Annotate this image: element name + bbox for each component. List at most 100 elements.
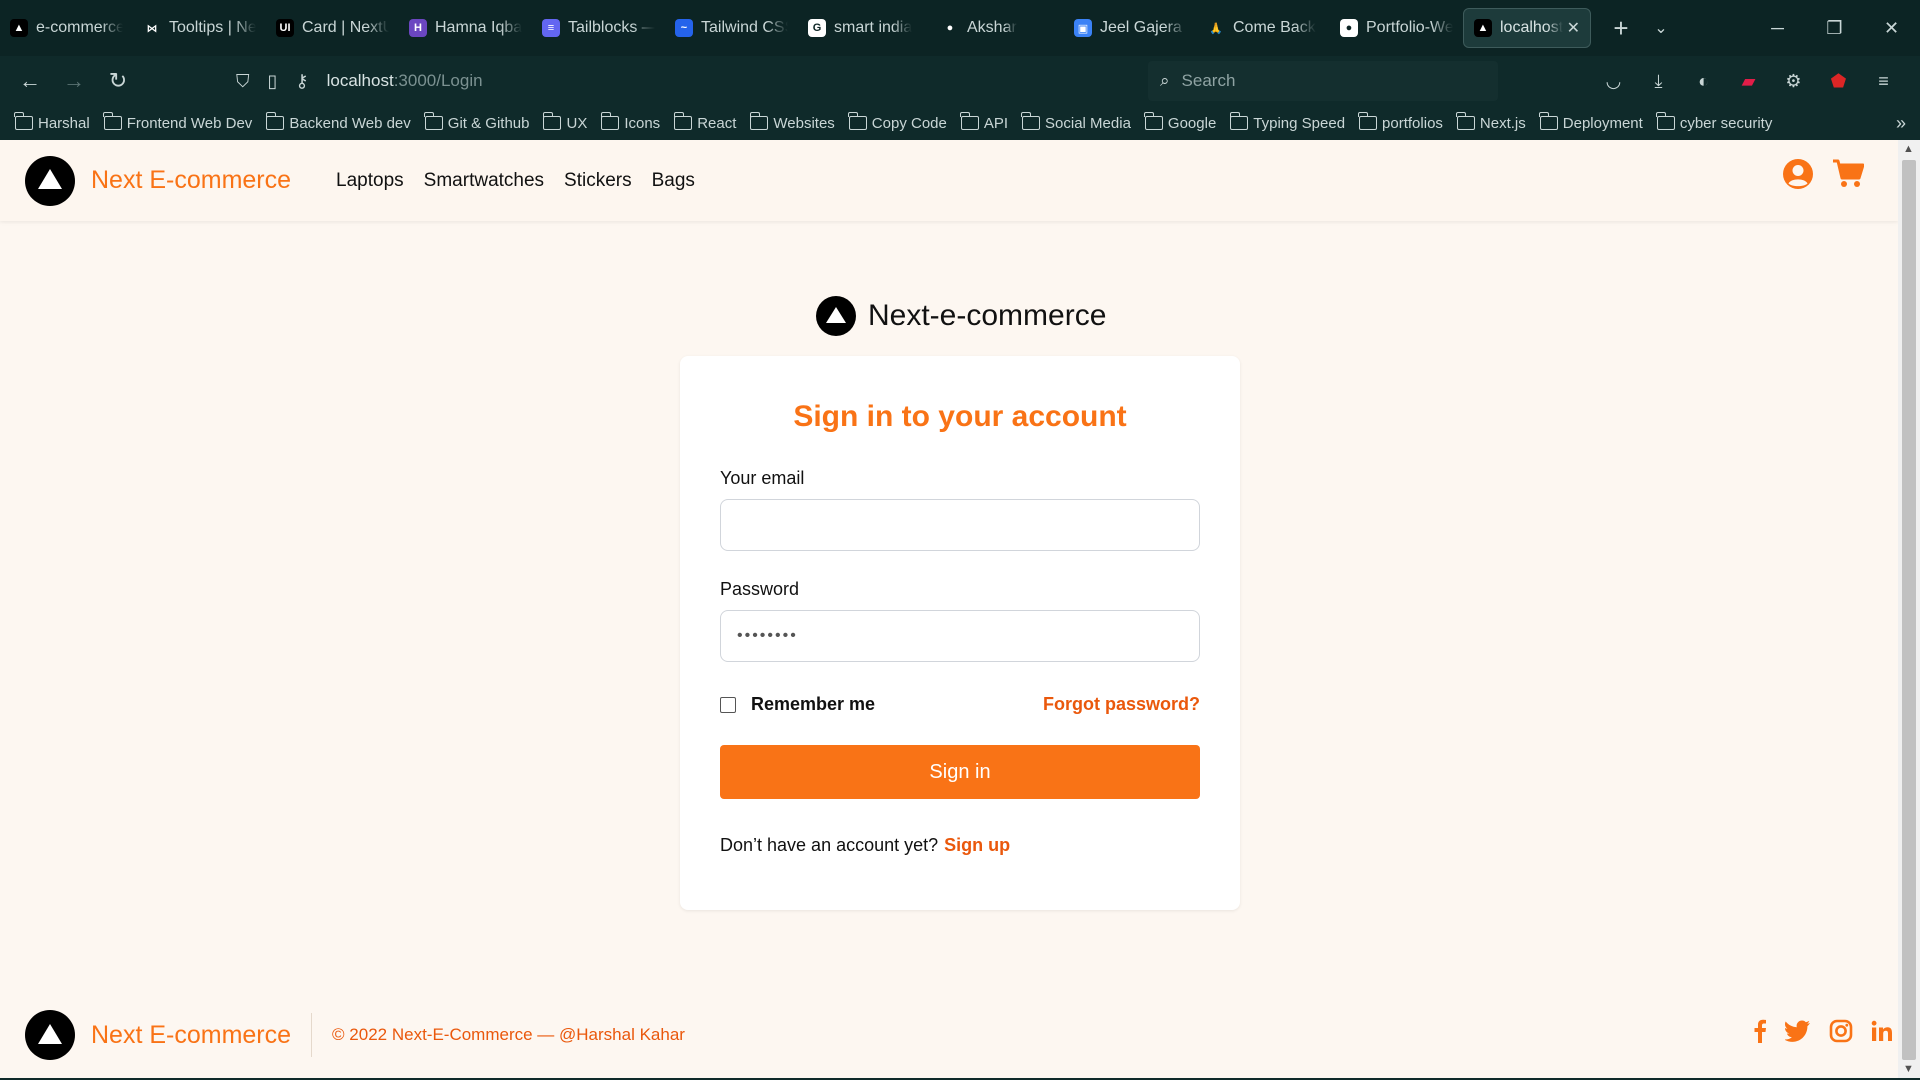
login-card: Sign in to your account Your email Passw… — [680, 356, 1240, 910]
bookmark-folder[interactable]: Social Media — [1021, 112, 1131, 132]
page-scrollbar[interactable]: ▲ ▼ — [1898, 140, 1920, 1078]
browser-tab[interactable]: ● Portfolio-We — [1330, 8, 1463, 48]
tab-label: Akshar — [967, 19, 1017, 36]
shield-icon[interactable]: ⛉ — [236, 71, 250, 92]
browser-tab[interactable]: ⋈ Tooltips | Ne — [133, 8, 266, 48]
twitter-icon[interactable] — [1785, 1020, 1811, 1042]
settings-extension-icon[interactable]: ⚙ — [1771, 61, 1816, 101]
folder-icon — [424, 112, 443, 130]
scroll-down-icon[interactable]: ▼ — [1903, 1063, 1914, 1075]
tab-label: Tooltips | Ne — [169, 19, 256, 36]
browser-tab[interactable]: 🙏 Come Back — [1197, 8, 1330, 48]
bookmark-folder[interactable]: portfolios — [1358, 112, 1443, 132]
scrollbar-thumb[interactable] — [1902, 160, 1916, 1060]
remember-me-option[interactable]: Remember me — [720, 694, 875, 715]
browser-tab[interactable]: Gsmart india — [798, 8, 931, 48]
bookmark-label: Harshal — [38, 114, 90, 132]
linkedin-icon[interactable] — [1871, 1020, 1893, 1042]
password-field[interactable] — [720, 610, 1200, 662]
pocket-icon[interactable]: ◡ — [1591, 61, 1636, 101]
bookmark-folder[interactable]: Git & Github — [424, 112, 529, 132]
browser-tab[interactable]: UI Card | NextU — [266, 8, 399, 48]
bookmarks-list: Harshal Frontend Web Dev Backend Web dev Gi… — [14, 112, 1786, 132]
bookmark-folder[interactable]: Backend Web dev — [265, 112, 411, 132]
nav-stickers[interactable]: Stickers — [564, 170, 632, 192]
bookmark-folder[interactable]: Next.js — [1456, 112, 1526, 132]
remember-me-checkbox[interactable] — [720, 696, 736, 713]
bookmark-label: Icons — [624, 114, 661, 132]
scroll-up-icon[interactable]: ▲ — [1903, 143, 1914, 155]
bookmark-label: portfolios — [1382, 114, 1443, 132]
restore-icon[interactable]: ❐ — [1806, 0, 1863, 56]
browser-tab[interactable]: ≡ Tailblocks — — [532, 8, 665, 48]
bookmark-folder[interactable]: Websites — [749, 112, 835, 132]
browser-search-input[interactable]: ⌕ Search — [1148, 61, 1498, 101]
bookmark-folder[interactable]: Copy Code — [848, 112, 947, 132]
folder-icon — [1656, 112, 1675, 130]
privacy-extension-icon[interactable]: ⬟ — [1816, 61, 1861, 101]
signup-prompt: Don’t have an account yet? Sign up — [720, 835, 1200, 856]
folder-icon — [1229, 112, 1249, 130]
sign-in-button[interactable]: Sign in — [720, 745, 1200, 799]
nav-smartwatches[interactable]: Smartwatches — [424, 170, 544, 192]
minimize-icon[interactable]: ─ — [1749, 0, 1806, 56]
bookmark-folder[interactable]: API — [960, 112, 1008, 132]
bookmark-folder[interactable]: Frontend Web Dev — [103, 112, 252, 132]
tab-label: Jeel Gajera | — [1100, 19, 1187, 36]
footer-brand[interactable]: Next E-commerce — [25, 1010, 291, 1060]
folder-icon — [542, 112, 562, 130]
back-button[interactable]: ← — [8, 59, 52, 103]
browser-tab[interactable]: ▣ Jeel Gajera | — [1064, 8, 1197, 48]
browser-tab[interactable]: ▲ e-commerce — [0, 8, 133, 48]
folder-icon — [673, 112, 693, 130]
nav-laptops[interactable]: Laptops — [336, 170, 404, 192]
extension-icon[interactable]: ▰ — [1726, 61, 1771, 101]
key-icon[interactable]: ⚷ — [295, 71, 308, 92]
prayer-icon: 🙏 — [1207, 19, 1225, 37]
bookmark-folder[interactable]: Deployment — [1539, 112, 1643, 132]
new-tab-button[interactable]: + — [1601, 8, 1641, 48]
folder-icon — [1539, 112, 1558, 130]
tab-label: localhost: — [1500, 19, 1563, 36]
url-text[interactable]: localhost:3000/Login — [327, 71, 483, 91]
close-tab-icon[interactable]: ✕ — [1567, 18, 1580, 38]
page-icon[interactable]: ▯ — [268, 71, 278, 92]
reload-button[interactable]: ↻ — [96, 59, 140, 103]
header-brand[interactable]: Next E-commerce — [25, 155, 291, 206]
bookmark-folder[interactable]: Typing Speed — [1229, 112, 1346, 132]
remember-me-label: Remember me — [751, 694, 876, 714]
instagram-icon[interactable] — [1829, 1019, 1853, 1043]
bookmark-label: Typing Speed — [1253, 114, 1346, 132]
bookmark-folder[interactable]: Google — [1144, 112, 1216, 132]
browser-tab[interactable]: H Hamna Iqba — [399, 8, 532, 48]
account-icon[interactable]: ◐ — [1681, 61, 1726, 101]
email-field[interactable] — [720, 499, 1200, 551]
browser-tab[interactable]: ● Akshar — [931, 8, 1064, 48]
list-all-tabs-button[interactable]: ⌄ — [1641, 8, 1681, 48]
logo-icon — [816, 296, 856, 336]
bookmark-folder[interactable]: cyber security — [1656, 112, 1772, 132]
close-window-icon[interactable]: ✕ — [1863, 0, 1920, 56]
browser-tab[interactable]: ~ Tailwind CSS — [665, 8, 798, 48]
tab-active[interactable]: ▲ localhost: ✕ — [1463, 8, 1591, 48]
bookmark-folder[interactable]: Icons — [600, 112, 661, 132]
tab-label: e-commerce — [36, 19, 123, 36]
bookmark-folder[interactable]: React — [673, 112, 736, 132]
browser-toolbar-icons: ◡ ⤓ ◐ ▰ ⚙ ⬟ ≡ — [1591, 56, 1906, 106]
forward-button[interactable]: → — [52, 59, 96, 103]
bookmark-folder[interactable]: Harshal — [14, 112, 90, 132]
forgot-password-link[interactable]: Forgot password? — [1043, 694, 1200, 715]
user-account-icon[interactable] — [1782, 158, 1814, 195]
sign-up-link[interactable]: Sign up — [944, 835, 1010, 855]
downloads-icon[interactable]: ⤓ — [1636, 61, 1681, 101]
cart-icon[interactable] — [1832, 159, 1865, 194]
facebook-icon[interactable] — [1753, 1019, 1767, 1043]
bookmark-folder[interactable]: UX — [542, 112, 587, 132]
tab-label: Card | NextU — [302, 19, 389, 36]
menu-icon[interactable]: ≡ — [1861, 61, 1906, 101]
folder-icon — [14, 112, 33, 130]
more-bookmarks-icon[interactable]: » — [1896, 113, 1906, 134]
nav-bags[interactable]: Bags — [652, 170, 695, 192]
folder-icon — [1021, 112, 1041, 130]
footer-divider — [311, 1013, 313, 1057]
